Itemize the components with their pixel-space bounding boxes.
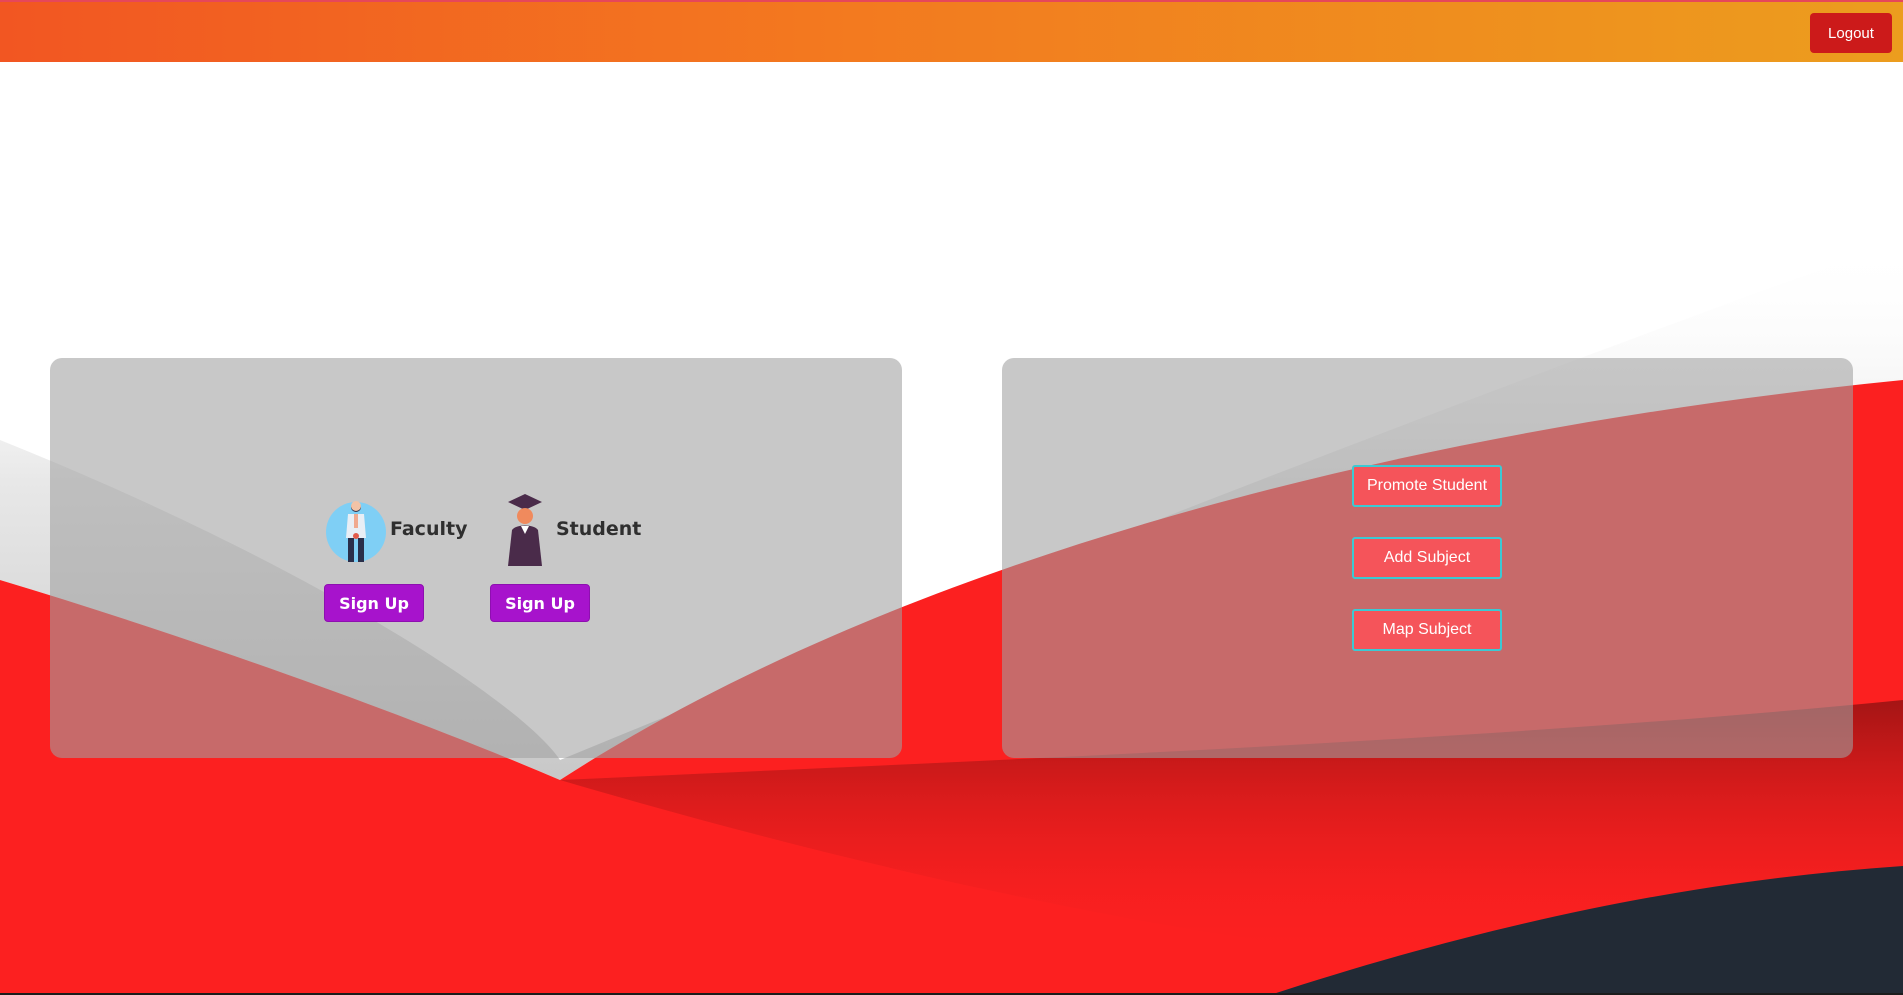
- graduate-student-icon: [508, 494, 542, 566]
- logout-button[interactable]: Logout: [1810, 13, 1892, 53]
- admin-button-group: Promote Student Add Subject Map Subject: [1352, 465, 1502, 681]
- faculty-person-icon: [326, 501, 386, 562]
- student-card: Student Sign Up: [490, 492, 641, 622]
- student-header: Student: [490, 492, 641, 566]
- faculty-label: Faculty: [390, 518, 468, 540]
- map-subject-button[interactable]: Map Subject: [1352, 609, 1502, 651]
- faculty-header: Faculty: [324, 492, 467, 566]
- student-signup-button[interactable]: Sign Up: [490, 584, 590, 622]
- faculty-signup-button[interactable]: Sign Up: [324, 584, 424, 622]
- admin-actions-panel: Promote Student Add Subject Map Subject: [1002, 358, 1853, 758]
- top-navbar: Logout: [0, 0, 1903, 62]
- student-label: Student: [556, 518, 642, 540]
- signup-panel: Faculty Sign Up Student Sign Up: [50, 358, 902, 758]
- promote-student-button[interactable]: Promote Student: [1352, 465, 1502, 507]
- add-subject-button[interactable]: Add Subject: [1352, 537, 1502, 579]
- faculty-card: Faculty Sign Up: [324, 492, 467, 622]
- page: Logout Faculty Sign Up Student Sign Up P…: [0, 0, 1903, 995]
